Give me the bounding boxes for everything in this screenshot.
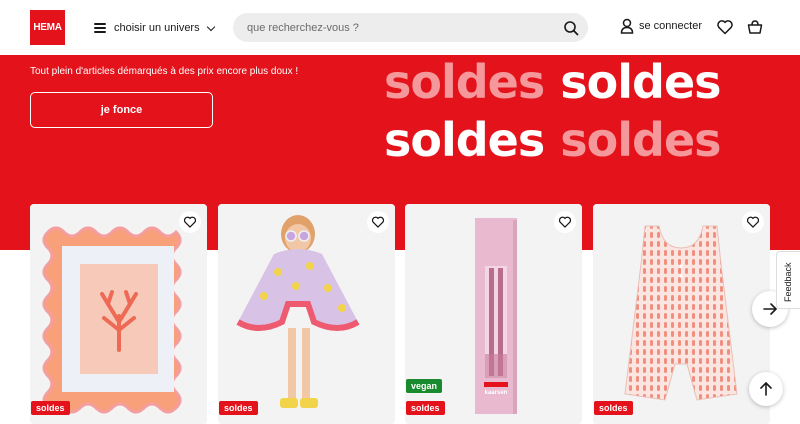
universe-menu-button[interactable]: choisir un univers: [94, 18, 215, 38]
search-icon[interactable]: [563, 20, 579, 36]
user-icon: [620, 18, 634, 34]
product-card[interactable]: soldes: [30, 204, 207, 424]
hamburger-icon: [94, 23, 106, 33]
product-package-text: kaarsen: [484, 390, 508, 396]
search-input[interactable]: [247, 13, 547, 42]
wishlist-heart-icon[interactable]: [716, 18, 734, 36]
feedback-label: Feedback: [783, 262, 793, 302]
logo-text: HEMA: [33, 22, 62, 33]
site-header: HEMA choisir un univers se connecter: [0, 0, 800, 55]
arrow-up-icon: [760, 382, 772, 396]
wishlist-button[interactable]: [742, 211, 764, 233]
basket-icon[interactable]: [746, 18, 764, 36]
heart-icon: [746, 216, 760, 228]
sale-badge: soldes: [594, 401, 633, 415]
chevron-down-icon: [206, 22, 215, 31]
hero-cta-button[interactable]: je fonce: [30, 92, 213, 128]
heart-icon: [558, 216, 572, 228]
sale-badge: soldes: [406, 401, 445, 415]
wishlist-button[interactable]: [554, 211, 576, 233]
wishlist-button[interactable]: [179, 211, 201, 233]
sale-badge: soldes: [219, 401, 258, 415]
search-bar: [233, 13, 588, 42]
wishlist-button[interactable]: [367, 211, 389, 233]
soldes-row-1: soldes soldes: [384, 59, 737, 105]
product-card[interactable]: kaarsen vegan soldes: [405, 204, 582, 424]
back-to-top-button[interactable]: [749, 372, 783, 406]
hema-logo[interactable]: HEMA: [30, 10, 65, 45]
product-card[interactable]: soldes: [218, 204, 395, 424]
soldes-word: soldes: [560, 55, 721, 109]
product-image-frame: [30, 204, 207, 424]
login-button[interactable]: se connecter: [620, 18, 702, 34]
product-card[interactable]: soldes: [593, 204, 770, 424]
heart-icon: [371, 216, 385, 228]
login-label: se connecter: [639, 20, 702, 32]
hero-subtitle: Tout plein d'articles démarqués à des pr…: [30, 66, 299, 77]
soldes-word: soldes: [560, 113, 721, 167]
product-image-poncho: [218, 204, 395, 424]
heart-icon: [183, 216, 197, 228]
vegan-badge: vegan: [406, 379, 443, 393]
product-image-romper: [593, 204, 770, 424]
universe-menu-label: choisir un univers: [114, 22, 200, 34]
soldes-word: soldes: [384, 55, 545, 109]
sale-badge: soldes: [31, 401, 70, 415]
soldes-word: soldes: [384, 113, 545, 167]
feedback-tab[interactable]: Feedback: [776, 251, 800, 309]
soldes-row-2: soldes soldes: [384, 117, 737, 163]
